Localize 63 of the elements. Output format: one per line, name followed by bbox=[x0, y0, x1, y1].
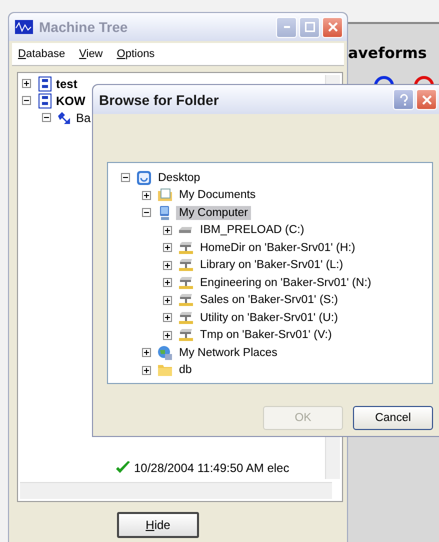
expand-box-icon[interactable] bbox=[163, 296, 172, 305]
arc-icon bbox=[374, 76, 394, 86]
panel-title: aveforms bbox=[348, 44, 427, 62]
menu-item[interactable]: View bbox=[79, 48, 103, 60]
help-button[interactable] bbox=[393, 89, 414, 110]
menu-item[interactable]: Options bbox=[116, 48, 155, 60]
dialog-title: Browse for Folder bbox=[99, 92, 220, 108]
folder-tree-item[interactable]: Utility on 'Baker-Srv01' (U:) bbox=[197, 310, 341, 325]
folder-tree-item[interactable]: Desktop bbox=[155, 170, 204, 185]
minimize-icon bbox=[284, 26, 290, 28]
network-drive-icon bbox=[178, 310, 194, 326]
folder-tree-item[interactable]: My Network Places bbox=[176, 346, 280, 360]
close-icon bbox=[328, 22, 338, 32]
folder-tree-item[interactable]: IBM_PRELOAD (C:) bbox=[197, 223, 308, 238]
collapse-box-icon[interactable] bbox=[22, 96, 31, 105]
expand-box-icon[interactable] bbox=[163, 278, 172, 288]
close-button[interactable] bbox=[416, 89, 437, 110]
machine-icon bbox=[57, 110, 73, 126]
menu-item[interactable]: Database bbox=[18, 48, 66, 60]
log-entry: 10/28/2004 11:49:50 AM elec bbox=[134, 460, 290, 474]
folder-tree-item[interactable]: Engineering on 'Baker-Srv01' (N:) bbox=[197, 276, 374, 290]
help-icon bbox=[398, 94, 408, 106]
network-drive-icon bbox=[178, 240, 194, 256]
globe-computer-icon bbox=[157, 344, 173, 361]
folder-tree-item[interactable]: Tmp on 'Baker-Srv01' (V:) bbox=[197, 328, 335, 342]
window-title: Machine Tree bbox=[39, 19, 129, 35]
network-drive-icon bbox=[178, 327, 194, 344]
machine-tree-item[interactable]: Ba bbox=[76, 110, 91, 124]
checkmark-icon bbox=[115, 460, 131, 476]
folder-tree-item[interactable]: My Documents bbox=[176, 188, 259, 202]
folder-tree-item[interactable]: My Computer bbox=[176, 206, 252, 220]
expand-box-icon[interactable] bbox=[163, 260, 172, 270]
maximize-icon bbox=[304, 22, 314, 32]
collapse-box-icon[interactable] bbox=[142, 208, 151, 218]
folder-tree-item[interactable]: Sales on 'Baker-Srv01' (S:) bbox=[197, 293, 341, 308]
folder-icon bbox=[157, 362, 173, 378]
expand-box-icon[interactable] bbox=[163, 330, 172, 340]
folder-document-icon bbox=[157, 187, 173, 204]
collapse-box-icon[interactable] bbox=[42, 113, 51, 122]
expand-box-icon[interactable] bbox=[142, 190, 151, 200]
network-drive-icon bbox=[178, 257, 194, 274]
expand-box-icon[interactable] bbox=[163, 226, 172, 235]
arc-icon bbox=[414, 76, 434, 86]
expand-box-icon[interactable] bbox=[163, 313, 172, 322]
hide-button[interactable]: Hide bbox=[117, 512, 199, 538]
cancel-button[interactable]: Cancel bbox=[353, 406, 433, 430]
folder-tree-item[interactable]: Library on 'Baker-Srv01' (L:) bbox=[197, 258, 346, 272]
waveform-app-icon bbox=[15, 20, 33, 34]
machine-tree-item[interactable]: KOW bbox=[56, 94, 86, 108]
database-icon bbox=[37, 92, 53, 108]
close-icon bbox=[422, 94, 432, 104]
expand-box-icon[interactable] bbox=[142, 348, 151, 358]
expand-box-icon[interactable] bbox=[142, 366, 151, 375]
collapse-box-icon[interactable] bbox=[121, 173, 130, 182]
expand-box-icon[interactable] bbox=[163, 243, 172, 252]
folder-tree-item[interactable]: HomeDir on 'Baker-Srv01' (H:) bbox=[197, 240, 358, 255]
horizontal-scrollbar[interactable] bbox=[20, 482, 332, 499]
network-drive-icon bbox=[178, 292, 194, 308]
expand-box-icon[interactable] bbox=[22, 79, 31, 88]
folder-tree-item[interactable]: db bbox=[176, 363, 195, 378]
network-drive-icon bbox=[178, 274, 194, 291]
machine-tree-item[interactable]: test bbox=[56, 76, 78, 90]
database-icon bbox=[37, 76, 53, 92]
